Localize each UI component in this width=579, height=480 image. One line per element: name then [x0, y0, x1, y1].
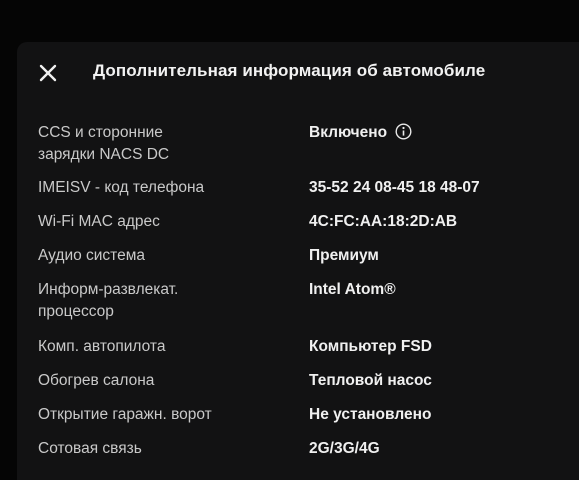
row-value: Тепловой насос [309, 372, 432, 389]
row-value: Intel Atom® [309, 281, 396, 298]
screen-background: Дополнительная информация об автомобиле … [0, 0, 579, 480]
row-value: Включено [309, 122, 412, 144]
row-label-line1: Информ-развлекат. [38, 281, 179, 298]
row-label: Аудио система [38, 247, 146, 264]
row-label: Обогрев салона [38, 372, 155, 389]
row-label-line1: CCS и сторонние [38, 124, 163, 141]
row-value: Премиум [309, 247, 379, 264]
row-value-text: Включено [309, 124, 388, 141]
row-value: 4C:FC:AA:18:2D:AB [309, 213, 458, 230]
page-title: Дополнительная информация об автомобиле [93, 61, 486, 80]
close-icon [39, 64, 57, 82]
row-label: CCS и сторонние зарядки NACS DC [38, 122, 278, 166]
row-value: 2G/3G/4G [309, 440, 380, 457]
row-value: Не установлено [309, 406, 432, 423]
close-button[interactable] [37, 62, 59, 84]
row-label: Сотовая связь [38, 440, 142, 457]
panel-header: Дополнительная информация об автомобиле [17, 42, 579, 104]
row-label: Wi-Fi MAC адрес [38, 213, 160, 230]
info-icon[interactable] [395, 123, 412, 140]
vehicle-info-panel: Дополнительная информация об автомобиле … [17, 42, 579, 480]
row-label-line2: зарядки NACS DC [38, 146, 170, 163]
row-value: Компьютер FSD [309, 338, 432, 355]
row-value: 35-52 24 08-45 18 48-07 [309, 179, 480, 196]
row-label: Информ-развлекат. процессор [38, 279, 278, 323]
row-label: Комп. автопилота [38, 338, 166, 355]
row-label: Открытие гаражн. ворот [38, 406, 212, 423]
row-label-line2: процессор [38, 303, 114, 320]
row-label: IMEISV - код телефона [38, 179, 205, 196]
